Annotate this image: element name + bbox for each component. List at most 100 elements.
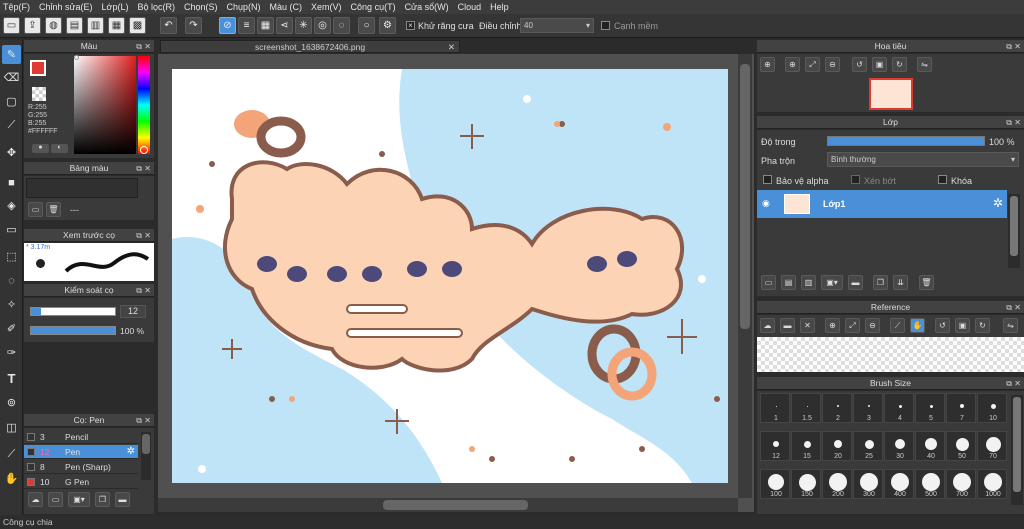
crosshair-snap-icon[interactable]: ▦ <box>257 17 274 34</box>
hand-icon[interactable]: ✋ <box>2 469 21 488</box>
divide-icon[interactable]: ◫ <box>2 418 21 437</box>
text-icon[interactable]: T <box>2 369 21 388</box>
clipping-checkbox[interactable] <box>851 175 860 184</box>
brush-slot[interactable]: 10 G Pen <box>24 475 138 489</box>
menu-item[interactable]: Chỉnh sửa(E) <box>39 2 93 12</box>
canvas-horizontal-scrollbar[interactable] <box>158 498 738 512</box>
close-icon[interactable]: ✕ <box>144 40 151 53</box>
close-icon[interactable]: ✕ <box>1014 116 1021 129</box>
menu-item[interactable]: Cửa sổ(W) <box>405 2 449 12</box>
open-folder-icon[interactable]: ▬ <box>780 318 795 333</box>
brush-size-cell[interactable]: 400 <box>884 469 914 499</box>
smooth-edge-checkbox[interactable] <box>601 21 610 30</box>
lock-checkbox[interactable] <box>938 175 947 184</box>
select-pen-icon[interactable]: ✐ <box>2 319 21 338</box>
rotate-right-icon[interactable]: ↻ <box>975 318 990 333</box>
no-snap-icon[interactable]: ⊘ <box>219 17 236 34</box>
rotate-right-icon[interactable]: ↻ <box>892 57 907 72</box>
menu-item[interactable]: Bộ lọc(R) <box>137 2 175 12</box>
brush-slot[interactable]: 3 Pencil <box>24 430 138 444</box>
brush-menu-icon[interactable]: ▣▾ <box>68 492 90 507</box>
menu-item[interactable]: Xem(V) <box>311 2 342 12</box>
undo-icon[interactable]: ↶ <box>160 17 177 34</box>
layer-menu-icon[interactable]: ▣▾ <box>821 275 843 290</box>
close-icon[interactable]: ✕ <box>448 41 455 54</box>
new-palette-icon[interactable]: ▭ <box>28 202 43 217</box>
brush-size-value[interactable]: 12 <box>120 305 146 318</box>
close-reference-icon[interactable]: ✕ <box>800 318 815 333</box>
palette-swatch-area[interactable] <box>26 178 138 198</box>
menu-item[interactable]: Cloud <box>458 2 482 12</box>
zoom-out-icon[interactable]: ⊖ <box>865 318 880 333</box>
brush-size-cell[interactable]: 100 <box>760 469 790 499</box>
page-icon[interactable]: ▥ <box>87 17 104 34</box>
brush-size-cell[interactable]: 500 <box>915 469 945 499</box>
fit-icon[interactable]: ⤢ <box>805 57 820 72</box>
close-icon[interactable]: ✕ <box>144 414 151 427</box>
brush-slot[interactable]: 12 Pen ✲ <box>24 445 138 459</box>
eye-icon[interactable]: ◉ <box>762 198 770 209</box>
menu-item[interactable]: Lớp(L) <box>102 2 129 12</box>
menu-item[interactable]: Màu (C) <box>270 2 303 12</box>
select-rect-icon[interactable]: ▢ <box>2 92 21 111</box>
duplicate-layer-icon[interactable]: ❐ <box>873 275 888 290</box>
brush-slot[interactable]: 8 Pen (Sharp) <box>24 460 138 474</box>
reset-view-icon[interactable]: ▣ <box>872 57 887 72</box>
layer-scrollbar[interactable] <box>1008 194 1020 268</box>
foreground-color-swatch[interactable] <box>30 60 46 76</box>
eyedropper-icon[interactable]: ⟋ <box>2 445 21 464</box>
brush-size-cell[interactable]: 10 <box>977 393 1007 423</box>
canvas-vertical-scrollbar[interactable] <box>738 54 752 498</box>
brush-size-cell[interactable]: 70 <box>977 431 1007 461</box>
close-icon[interactable]: ✕ <box>1014 301 1021 314</box>
select-icon[interactable]: ⬚ <box>2 247 21 266</box>
menu-item[interactable]: Chụp(N) <box>227 2 261 12</box>
gear-icon[interactable]: ✲ <box>127 446 135 457</box>
brush-size-cell[interactable]: 25 <box>853 431 883 461</box>
merge-layer-icon[interactable]: ⇊ <box>893 275 908 290</box>
fit-icon[interactable]: ⤢ <box>845 318 860 333</box>
zoom-in-icon[interactable]: ⊕ <box>760 57 775 72</box>
concentric-icon[interactable]: ◎ <box>314 17 331 34</box>
detach-icon[interactable]: ⧉ <box>136 414 142 427</box>
redo-icon[interactable]: ↷ <box>185 17 202 34</box>
reset-view-icon[interactable]: ▣ <box>955 318 970 333</box>
document-icon[interactable]: ▦ <box>108 17 125 34</box>
brush-size-cell[interactable]: 4 <box>884 393 914 423</box>
layer-row[interactable]: ◉ Lớp1 ✲ <box>757 190 1007 218</box>
detach-icon[interactable]: ⧉ <box>1006 40 1012 53</box>
layer-scroll-thumb[interactable] <box>1010 196 1018 256</box>
brush-size-cell[interactable]: 40 <box>915 431 945 461</box>
magic-wand-icon[interactable]: ✧ <box>2 295 21 314</box>
gradient-icon[interactable]: ▭ <box>2 220 21 239</box>
horizontal-scroll-thumb[interactable] <box>383 500 528 510</box>
hue-handle[interactable] <box>140 146 148 154</box>
grid-icon[interactable]: ▩ <box>129 17 146 34</box>
eraser-icon[interactable]: ⌫ <box>2 68 21 87</box>
curve-icon[interactable]: ◌ <box>333 17 350 34</box>
menu-item[interactable]: Chọn(S) <box>184 2 218 12</box>
brush-options-icon[interactable]: ☁ <box>28 492 43 507</box>
brush-size-cell[interactable]: 30 <box>884 431 914 461</box>
zoom-in-icon[interactable]: ⊕ <box>825 318 840 333</box>
new-layer-icon[interactable]: ▭ <box>761 275 776 290</box>
detach-icon[interactable]: ⧉ <box>136 40 142 53</box>
circle-snap-icon[interactable]: ○ <box>358 17 375 34</box>
export-icon[interactable]: ⇪ <box>24 17 41 34</box>
close-icon[interactable]: ✕ <box>1014 377 1021 390</box>
color-mode-icon[interactable]: ● <box>32 144 49 153</box>
new-file-icon[interactable]: ▭ <box>3 17 20 34</box>
antialias-checkbox[interactable]: × <box>406 21 415 30</box>
zoom-in-alt-icon[interactable]: ⊕ <box>785 57 800 72</box>
detach-icon[interactable]: ⧉ <box>136 284 142 297</box>
brush-size-scroll-thumb[interactable] <box>1013 397 1021 492</box>
eyedropper-icon[interactable]: ⟋ <box>890 318 905 333</box>
new-layer-1bit-icon[interactable]: ▥ <box>801 275 816 290</box>
layer-icon[interactable]: ▤ <box>66 17 83 34</box>
layer-opacity-slider[interactable] <box>827 136 985 146</box>
flip-icon[interactable]: ⇋ <box>1003 318 1018 333</box>
close-icon[interactable]: ✕ <box>144 162 151 175</box>
rotate-left-icon[interactable]: ↺ <box>852 57 867 72</box>
document-tab[interactable]: screenshot_1638672406.png ✕ <box>160 40 460 53</box>
adjust-dropdown[interactable]: 40 ▾ <box>520 18 594 33</box>
